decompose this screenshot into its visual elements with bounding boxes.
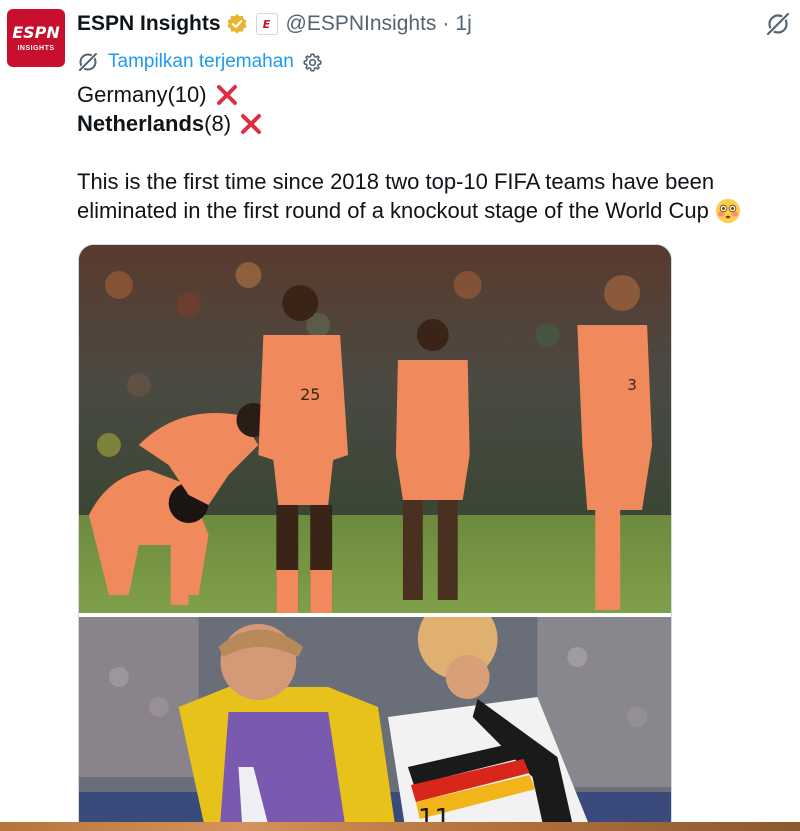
tweet-body-line-2: eliminated in the first round of a knock… (77, 196, 787, 225)
cross-mark-icon (216, 84, 237, 105)
rank-germany: (10) (167, 82, 207, 107)
photo-netherlands-players[interactable]: 25 3 (79, 245, 671, 613)
rank-netherlands: (8) (204, 111, 232, 136)
avatar-logo-text: ESPN (12, 22, 60, 42)
verified-gold-icon (227, 14, 247, 34)
display-name[interactable]: ESPN Insights (77, 12, 221, 36)
result-line-germany: Germany (10) (77, 80, 787, 109)
cross-mark-icon (241, 113, 262, 134)
bottom-media-strip (0, 822, 800, 831)
result-line-netherlands: Netherlands (8) (77, 109, 787, 138)
tweet-media[interactable]: 25 3 11 (78, 244, 672, 831)
handle[interactable]: @ESPNInsights (286, 12, 437, 36)
tweet-text: Germany (10) Netherlands (8) This is the… (77, 80, 787, 225)
gear-icon[interactable] (302, 52, 323, 73)
tweet-header: ESPN Insights E @ESPNInsights · 1j (77, 9, 472, 39)
avatar[interactable]: ESPN INSIGHTS (7, 9, 65, 67)
translate-row: Tampilkan terjemahan (77, 49, 323, 75)
team-netherlands: Netherlands (77, 111, 205, 136)
grok-icon[interactable] (764, 10, 792, 38)
tweet-body-line-2-text: eliminated in the first round of a knock… (77, 198, 709, 223)
tweet-body-line-1: This is the first time since 2018 two to… (77, 169, 715, 194)
jersey-number-3: 3 (627, 376, 637, 394)
team-germany: Germany (77, 82, 168, 107)
avatar-sub-text: INSIGHTS (17, 44, 55, 52)
jersey-number-25: 25 (300, 385, 320, 404)
timestamp[interactable]: 1j (455, 12, 471, 36)
translate-link[interactable]: Tampilkan terjemahan (108, 51, 294, 73)
photo-germany-players[interactable]: 11 (79, 617, 671, 831)
translate-icon (77, 51, 99, 73)
separator-dot: · (442, 12, 450, 35)
affiliate-badge[interactable]: E (255, 13, 278, 35)
flushed-face-icon (715, 198, 740, 223)
